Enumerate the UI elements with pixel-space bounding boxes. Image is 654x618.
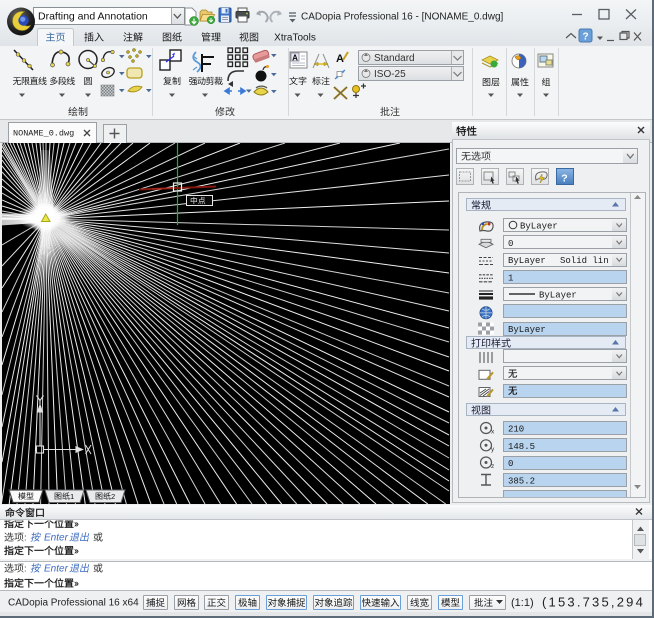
svg-text::: : — [24, 564, 27, 575]
svg-text:?: ? — [582, 32, 588, 43]
svg-text:1: 1 — [508, 274, 513, 284]
svg-text:ByLayer: ByLayer — [508, 325, 546, 335]
svg-text:y: y — [491, 446, 495, 453]
svg-text:Standard: Standard — [374, 53, 415, 64]
svg-text:1: 1 — [70, 492, 74, 501]
svg-text:z: z — [491, 463, 494, 470]
svg-text:NONAME_0.dwg: NONAME_0.dwg — [13, 129, 74, 139]
svg-text:XtraTools: XtraTools — [274, 33, 316, 44]
svg-text:x: x — [491, 429, 495, 436]
svg-text:ISO-25: ISO-25 — [374, 69, 406, 80]
svg-text:385.2: 385.2 — [508, 477, 535, 487]
svg-text:Drafting and Annotation: Drafting and Annotation — [38, 11, 148, 23]
svg-text:Enter: Enter — [44, 533, 69, 544]
svg-text:Enter: Enter — [44, 564, 69, 575]
svg-text:ByLayer: ByLayer — [508, 256, 546, 266]
svg-text:(1:1): (1:1) — [511, 597, 534, 609]
svg-text:0: 0 — [508, 459, 513, 469]
svg-text:(153.735,294: (153.735,294 — [542, 595, 645, 610]
svg-text:210: 210 — [508, 425, 524, 435]
svg-text:2: 2 — [111, 492, 115, 501]
svg-text:Solid lin: Solid lin — [560, 256, 609, 266]
svg-text:ByLayer: ByLayer — [520, 222, 558, 232]
svg-text:148.5: 148.5 — [508, 442, 535, 452]
svg-text:CADopia Professional 16 x64: CADopia Professional 16 x64 — [8, 598, 139, 609]
svg-text:A: A — [292, 54, 298, 63]
svg-text:ByLayer: ByLayer — [539, 291, 577, 301]
svg-text:CADopia Professional 16 - [NON: CADopia Professional 16 - [NONAME_0.dwg] — [301, 12, 504, 23]
svg-text:?: ? — [561, 173, 567, 185]
svg-text:0: 0 — [508, 239, 513, 249]
svg-text::: : — [24, 533, 27, 544]
